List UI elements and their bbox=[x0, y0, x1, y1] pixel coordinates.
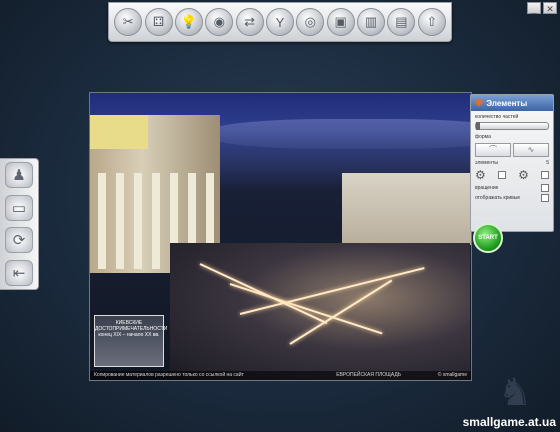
left-sidebar: ♟ ▭ ⟳ ⇤ bbox=[0, 158, 39, 290]
gallery-icon: ▤ bbox=[395, 14, 408, 29]
panel-header: ✱ Элементы bbox=[471, 95, 553, 111]
caption-left: Копирование материалов разрешено только … bbox=[94, 372, 244, 378]
target-button[interactable]: ◎ bbox=[296, 8, 325, 36]
tools-button[interactable]: ✂ bbox=[114, 8, 143, 36]
disc-icon: ◉ bbox=[213, 14, 225, 29]
disc-button[interactable]: ◉ bbox=[205, 8, 234, 36]
piece-count-label: количество частей bbox=[475, 114, 519, 120]
elements-option-a[interactable] bbox=[497, 171, 506, 179]
camera-icon: ▭ bbox=[11, 199, 27, 217]
site-watermark: smallgame.at.ua bbox=[462, 415, 556, 429]
philharmonic-building bbox=[342, 173, 471, 245]
lightbulb-button[interactable]: 💡 bbox=[174, 8, 203, 36]
lightbulb-icon: 💡 bbox=[180, 14, 197, 29]
exit-icon: ⇤ bbox=[12, 264, 26, 282]
target-icon: ◎ bbox=[304, 14, 316, 29]
rotation-label: вращение bbox=[475, 185, 499, 191]
tools-icon: ✂ bbox=[122, 14, 134, 29]
upload-icon: ⇧ bbox=[426, 14, 438, 29]
puzzle-photo[interactable]: КИЕВСКИЕ ДОСТОПРИМЕЧАТЕЛЬНОСТИ конец XIX… bbox=[89, 92, 472, 381]
camera-button[interactable]: ▭ bbox=[5, 194, 33, 221]
shuffle-button[interactable]: ⇄ bbox=[235, 8, 264, 36]
puzzle-pieces-button[interactable]: ⚃ bbox=[144, 8, 173, 36]
pegasus-logo-icon: ♞ bbox=[497, 371, 533, 414]
gear-icon: ⚙ bbox=[475, 168, 486, 182]
start-button[interactable]: START bbox=[473, 223, 503, 253]
european-square bbox=[170, 243, 470, 380]
save-icon: ▣ bbox=[334, 14, 347, 29]
photo-caption: Копирование материалов разрешено только … bbox=[90, 371, 471, 380]
upload-button[interactable]: ⇧ bbox=[417, 8, 446, 36]
rotation-checkbox[interactable] bbox=[541, 184, 549, 192]
elements-option-b[interactable] bbox=[541, 171, 549, 179]
puzzle-icon: ✱ bbox=[475, 97, 484, 109]
caption-copyright: © smallgame bbox=[437, 372, 467, 378]
close-button[interactable]: ✕ bbox=[543, 2, 557, 14]
refresh-icon: ⟳ bbox=[12, 232, 26, 250]
gear-icon: ⚙ bbox=[518, 168, 529, 182]
slider-knob[interactable] bbox=[476, 122, 480, 130]
plaque-title: КИЕВСКИЕ ДОСТОПРИМЕЧАТЕЛЬНОСТИ bbox=[95, 320, 168, 332]
shape-option-wave[interactable]: ∿ bbox=[513, 143, 549, 157]
robot-icon: ♟ bbox=[12, 167, 26, 185]
plaque-subtitle: конец XIX – начало XX вв. bbox=[98, 332, 160, 338]
photo-plaque: КИЕВСКИЕ ДОСТОПРИМЕЧАТЕЛЬНОСТИ конец XIX… bbox=[94, 315, 168, 367]
elements-label: элементы bbox=[475, 160, 499, 166]
load-button[interactable]: ▥ bbox=[357, 8, 386, 36]
piece-count-slider[interactable] bbox=[475, 122, 549, 130]
caption-location: ЕВРОПЕЙСКАЯ ПЛОЩАДЬ bbox=[336, 372, 401, 378]
curves-label: отображать кривые bbox=[475, 195, 521, 201]
elements-panel: ✱ Элементы количество частей форма ⌒ ∿ э… bbox=[470, 94, 554, 232]
panel-title: Элементы bbox=[486, 98, 528, 108]
puzzle-pieces-icon: ⚃ bbox=[152, 14, 165, 29]
robot-button[interactable]: ♟ bbox=[5, 162, 33, 189]
shuffle-icon: ⇄ bbox=[244, 14, 256, 29]
load-icon: ▥ bbox=[364, 14, 378, 29]
curves-checkbox[interactable] bbox=[541, 194, 549, 202]
gallery-button[interactable]: ▤ bbox=[387, 8, 416, 36]
refresh-button[interactable]: ⟳ bbox=[5, 227, 33, 254]
magnet-button[interactable]: Y bbox=[265, 8, 294, 36]
save-button[interactable]: ▣ bbox=[326, 8, 355, 36]
elements-value: 5 bbox=[546, 160, 549, 166]
shape-option-classic[interactable]: ⌒ bbox=[475, 143, 511, 157]
main-toolbar: ✂ ⚃ 💡 ◉ ⇄ Y ◎ ▣ ▥ ▤ ⇧ bbox=[108, 2, 452, 42]
exit-button[interactable]: ⇤ bbox=[5, 259, 33, 286]
shape-label: форма bbox=[475, 134, 491, 140]
river-background bbox=[210, 119, 471, 149]
minimize-button[interactable]: _ bbox=[527, 2, 541, 14]
magnet-icon: Y bbox=[275, 14, 285, 30]
